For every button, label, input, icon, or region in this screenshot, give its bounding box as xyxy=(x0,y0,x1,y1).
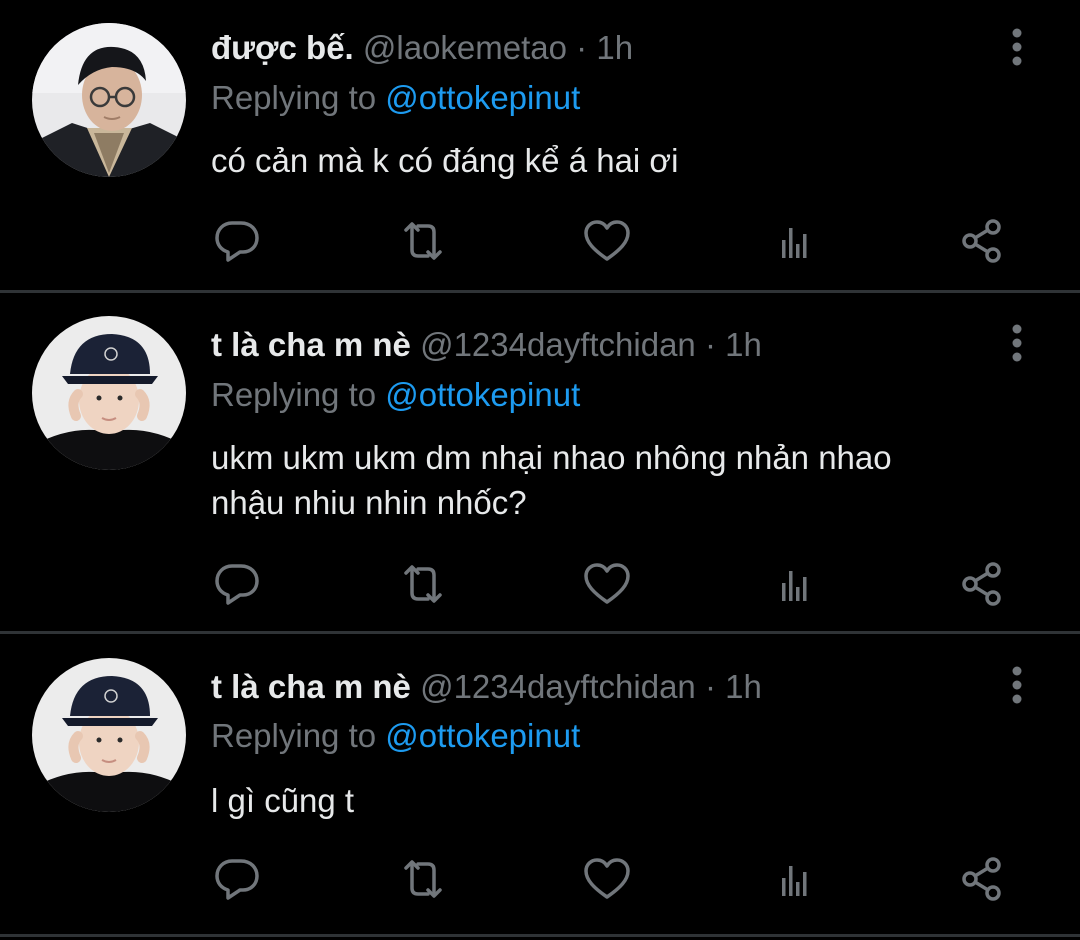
tweet-header: được bế. @laokemetao · 1h xyxy=(211,23,633,73)
separator-dot: · xyxy=(704,668,716,705)
tweet-1[interactable]: được bế. @laokemetao · 1h Replying to @o… xyxy=(0,0,1080,290)
tweet-header: t là cha m nè @1234dayftchidan · 1h xyxy=(211,320,762,370)
more-vertical-icon[interactable] xyxy=(1002,26,1032,70)
analytics-icon[interactable] xyxy=(768,557,822,611)
like-icon[interactable] xyxy=(580,557,634,611)
more-vertical-icon[interactable] xyxy=(1002,322,1032,366)
reply-icon[interactable] xyxy=(210,214,264,268)
reply-icon[interactable] xyxy=(210,852,264,906)
like-icon[interactable] xyxy=(580,852,634,906)
retweet-icon[interactable] xyxy=(396,852,450,906)
analytics-icon[interactable] xyxy=(768,852,822,906)
user-handle[interactable]: @1234dayftchidan xyxy=(420,668,696,705)
replying-mention-link[interactable]: @ottokepinut xyxy=(385,79,580,116)
share-icon[interactable] xyxy=(955,852,1009,906)
retweet-icon[interactable] xyxy=(396,214,450,268)
display-name[interactable]: được bế. xyxy=(211,29,354,66)
user-handle[interactable]: @laokemetao xyxy=(363,29,567,66)
person-cap-avatar-icon xyxy=(32,658,186,812)
tweet-header: t là cha m nè @1234dayftchidan · 1h xyxy=(211,662,762,712)
tweet-3[interactable]: t là cha m nè @1234dayftchidan · 1h Repl… xyxy=(0,634,1080,934)
share-icon[interactable] xyxy=(955,557,1009,611)
timestamp[interactable]: 1h xyxy=(596,29,633,66)
reply-feed: được bế. @laokemetao · 1h Replying to @o… xyxy=(0,0,1080,940)
divider xyxy=(0,934,1080,937)
replying-mention-link[interactable]: @ottokepinut xyxy=(385,717,580,754)
replying-prefix: Replying to xyxy=(211,79,377,116)
tweet-2[interactable]: t là cha m nè @1234dayftchidan · 1h Repl… xyxy=(0,293,1080,631)
share-icon[interactable] xyxy=(955,214,1009,268)
like-icon[interactable] xyxy=(580,214,634,268)
avatar[interactable] xyxy=(32,23,186,177)
person-cap-avatar-icon xyxy=(32,316,186,470)
analytics-icon[interactable] xyxy=(768,214,822,268)
display-name[interactable]: t là cha m nè xyxy=(211,326,411,363)
timestamp[interactable]: 1h xyxy=(725,326,762,363)
user-handle[interactable]: @1234dayftchidan xyxy=(420,326,696,363)
tweet-text: có cản mà k có đáng kể á hai ơi xyxy=(211,142,679,179)
tweet-actions xyxy=(0,852,1080,906)
tweet-actions xyxy=(0,557,1080,611)
separator-dot: · xyxy=(704,326,716,363)
replying-to: Replying to @ottokepinut xyxy=(211,74,580,122)
tweet-text: l gì cũng t xyxy=(211,782,355,819)
separator-dot: · xyxy=(576,29,588,66)
replying-to: Replying to @ottokepinut xyxy=(211,712,580,760)
more-vertical-icon[interactable] xyxy=(1002,664,1032,708)
replying-mention-link[interactable]: @ottokepinut xyxy=(385,376,580,413)
tweet-actions xyxy=(0,214,1080,268)
display-name[interactable]: t là cha m nè xyxy=(211,668,411,705)
replying-to: Replying to @ottokepinut xyxy=(211,371,580,419)
tweet-text: ukm ukm ukm dm nhại nhao nhông nhản nhao… xyxy=(211,439,892,521)
avatar[interactable] xyxy=(32,316,186,470)
replying-prefix: Replying to xyxy=(211,717,377,754)
avatar[interactable] xyxy=(32,658,186,812)
retweet-icon[interactable] xyxy=(396,557,450,611)
replying-prefix: Replying to xyxy=(211,376,377,413)
reply-icon[interactable] xyxy=(210,557,264,611)
timestamp[interactable]: 1h xyxy=(725,668,762,705)
person-glasses-avatar-icon xyxy=(32,23,186,177)
